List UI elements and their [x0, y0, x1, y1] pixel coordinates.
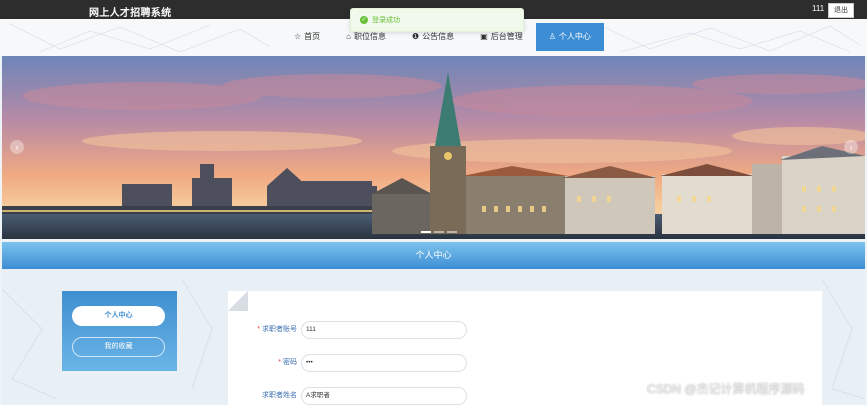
banner-carousel: ‹ › — [2, 56, 865, 239]
star-icon: ☆ — [294, 32, 302, 41]
watermark: CSDN @杰记计算机程序源码 — [647, 382, 805, 396]
carousel-prev-arrow[interactable]: ‹ — [10, 140, 24, 154]
success-toast: ✓ 登录成功 — [350, 8, 524, 32]
banner-image — [2, 56, 865, 239]
card-fold-corner — [228, 291, 248, 311]
field-label-password: * 密码 — [278, 359, 297, 366]
nav-item-label: 公告信息 — [422, 32, 455, 41]
nav-item-home[interactable]: ☆ 首页 — [281, 23, 333, 51]
user-name: 111 — [812, 4, 825, 13]
field-label-account: * 求职者账号 — [257, 326, 297, 333]
briefcase-icon: ▣ — [480, 32, 488, 41]
carousel-next-arrow[interactable]: › — [844, 140, 858, 154]
user-icon: ♙ — [548, 32, 556, 41]
info-icon: ❶ — [412, 32, 420, 41]
carousel-indicators — [421, 231, 457, 233]
toast-message: 登录成功 — [372, 17, 400, 24]
nav-item-label: 个人中心 — [558, 32, 591, 41]
sidebar-item-personal-center[interactable]: 个人中心 — [72, 306, 165, 326]
nav-item-label: 后台管理 — [490, 32, 523, 41]
carousel-dot[interactable] — [447, 231, 457, 233]
nav-item-personal-center[interactable]: ♙ 个人中心 — [535, 23, 604, 51]
logout-button[interactable]: 退出 — [828, 3, 854, 18]
field-label-name: 求职者姓名 — [262, 392, 297, 399]
site-title: 网上人才招聘系统 — [89, 8, 172, 19]
nav-item-label: 职位信息 — [354, 32, 387, 41]
sidebar-item-favorites[interactable]: 我的收藏 — [72, 337, 165, 357]
section-title: 个人中心 — [415, 250, 452, 260]
section-title-bar: 个人中心 — [2, 242, 865, 269]
password-input[interactable]: ••• — [301, 354, 467, 372]
name-input[interactable]: A求职者 — [301, 387, 467, 405]
carousel-dot[interactable] — [421, 231, 431, 233]
nav-item-label: 首页 — [304, 32, 321, 41]
sidebar-menu: 个人中心 我的收藏 — [62, 291, 177, 371]
check-circle-icon: ✓ — [360, 16, 368, 24]
account-input[interactable]: 111 — [301, 321, 467, 339]
bag-icon: ⌂ — [346, 32, 352, 41]
carousel-dot[interactable] — [434, 231, 444, 233]
